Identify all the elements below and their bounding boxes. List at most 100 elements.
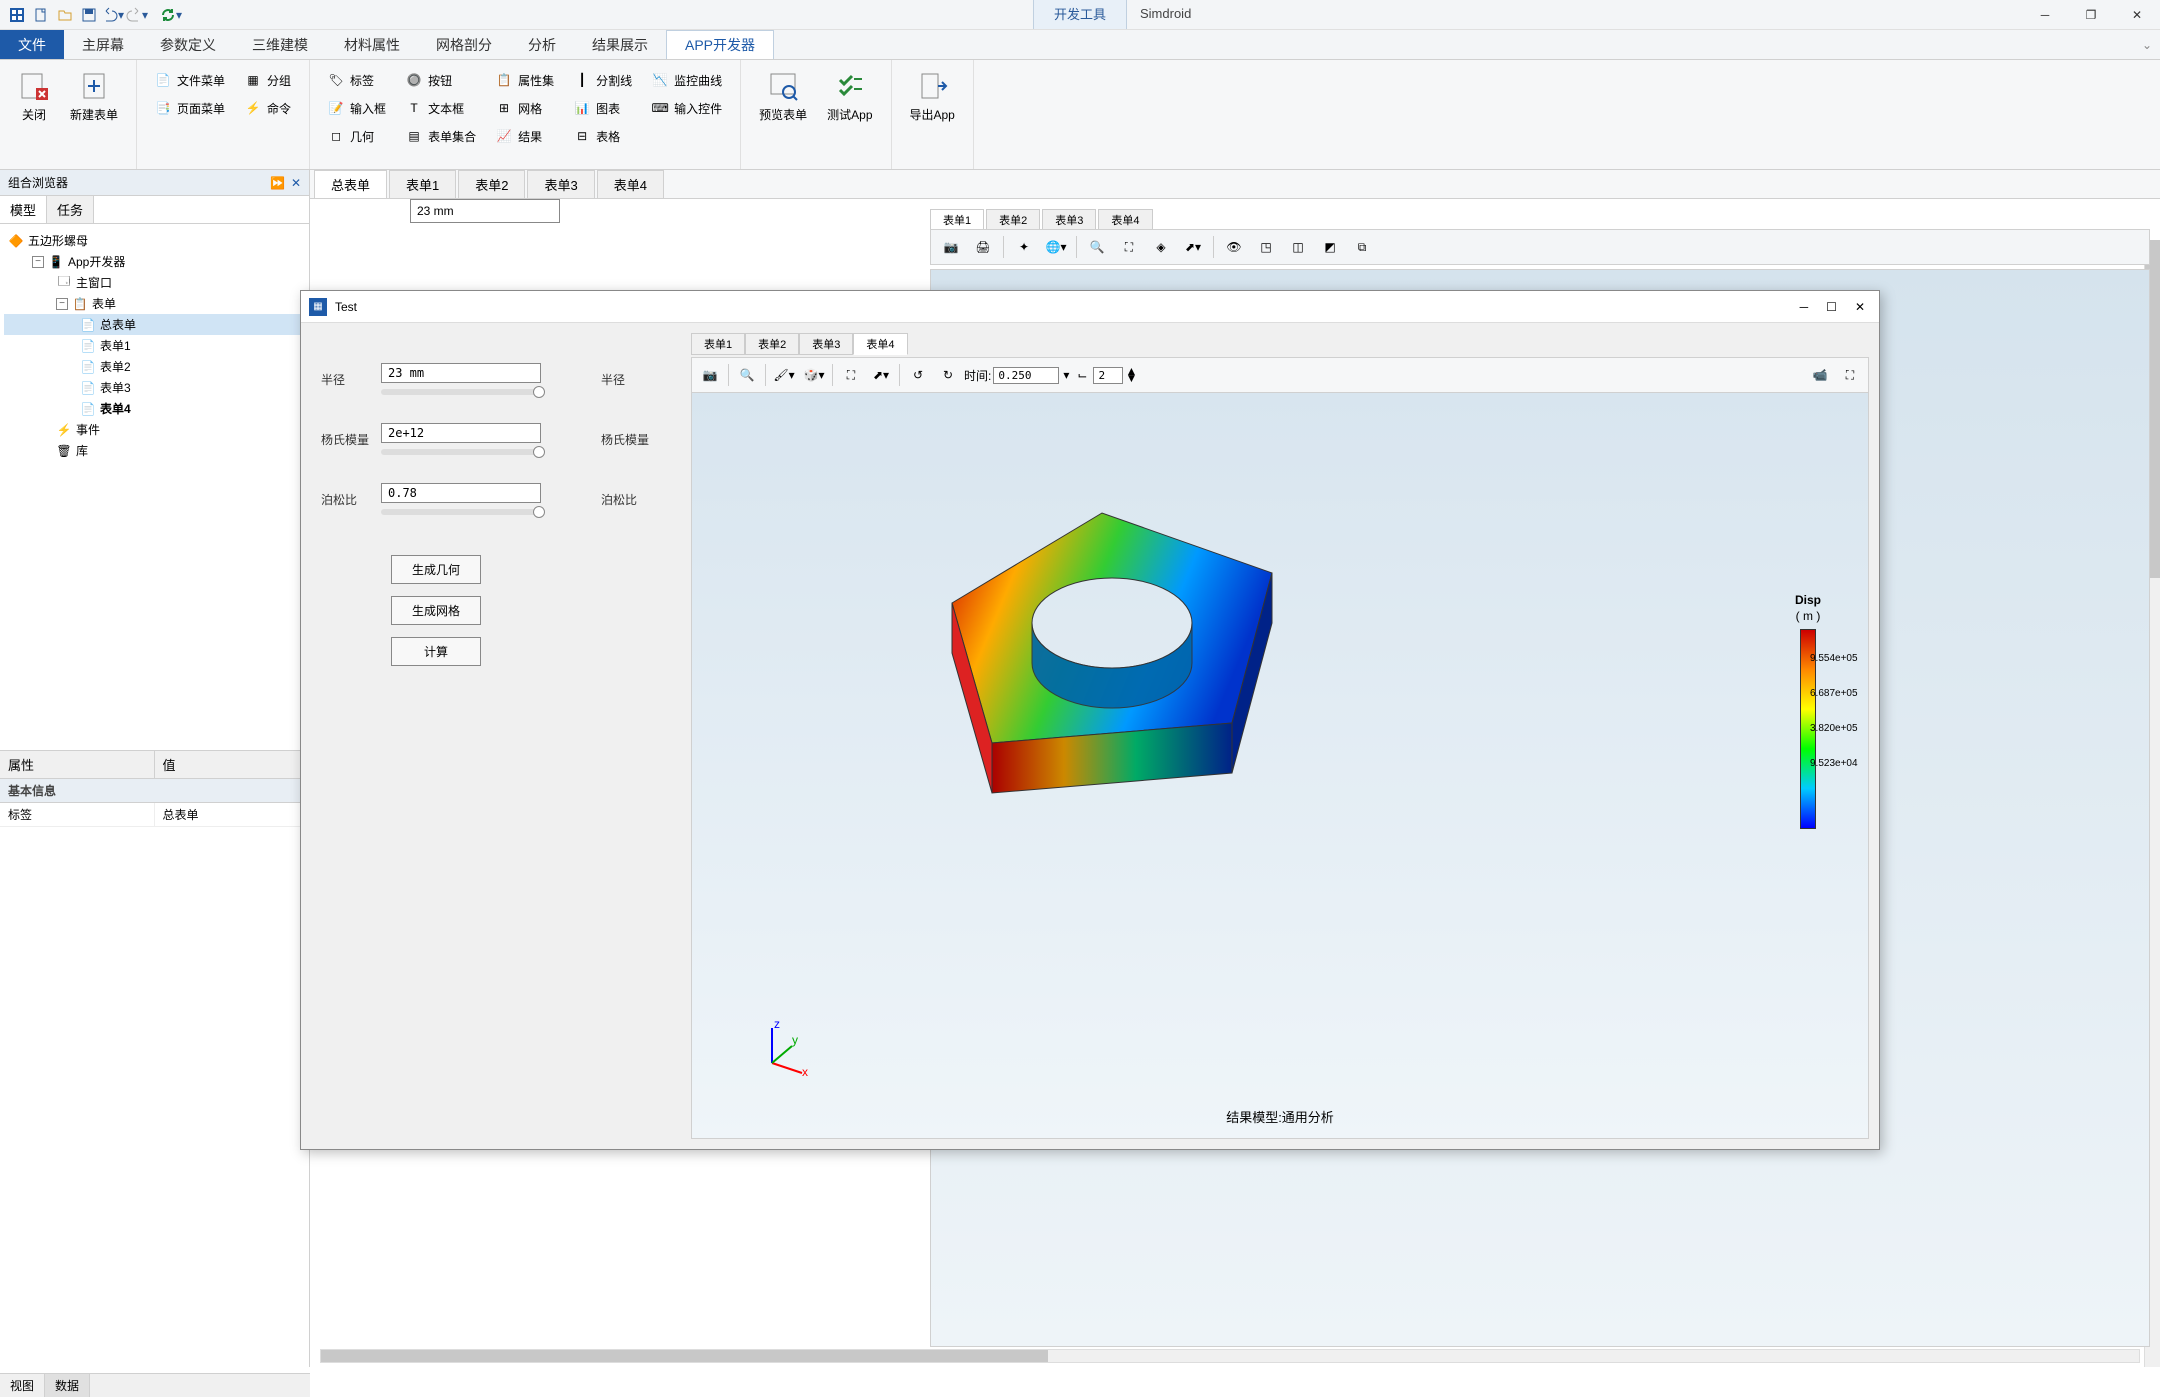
- radius-slider[interactable]: [381, 389, 541, 395]
- tree-app-dev[interactable]: −📱App开发器: [4, 251, 305, 272]
- copy-icon[interactable]: ⧉: [1348, 233, 1376, 261]
- export-app-button[interactable]: 导出App: [900, 64, 965, 129]
- file-menu-button[interactable]: 📄文件菜单: [151, 68, 229, 92]
- new-icon[interactable]: [30, 4, 52, 26]
- app-icon[interactable]: [6, 4, 28, 26]
- refresh-icon[interactable]: ▾: [160, 4, 182, 26]
- eye-icon[interactable]: 👁: [1220, 233, 1248, 261]
- prop-set-button[interactable]: 📋属性集: [492, 68, 558, 92]
- camera-icon[interactable]: 📷: [696, 361, 724, 389]
- form-set-button[interactable]: ▤表单集合: [402, 124, 480, 148]
- fit-icon[interactable]: ⛶: [1115, 233, 1143, 261]
- tree-form-item[interactable]: 📄表单3: [4, 377, 305, 398]
- preview-form-button[interactable]: 预览表单: [749, 64, 817, 129]
- h-scrollbar[interactable]: [320, 1349, 2140, 1363]
- gen-mesh-button[interactable]: 生成网格: [391, 596, 481, 625]
- maximize-icon[interactable]: ❐: [2068, 0, 2114, 29]
- tree-form-item[interactable]: 📄表单4: [4, 398, 305, 419]
- fullscreen-icon[interactable]: ⛶: [1836, 361, 1864, 389]
- task-tab[interactable]: 任务: [47, 196, 94, 223]
- input-box-button[interactable]: 📝输入框: [324, 96, 390, 120]
- rotate-left-icon[interactable]: ↺: [904, 361, 932, 389]
- ribbon-tab[interactable]: 三维建模: [234, 30, 326, 59]
- tree-events[interactable]: ⚡事件: [4, 419, 305, 440]
- dev-tool-tab[interactable]: 开发工具: [1033, 0, 1127, 29]
- mesh-button[interactable]: ⊞网格: [492, 96, 558, 120]
- model-tab[interactable]: 模型: [0, 196, 47, 223]
- page-menu-button[interactable]: 📑页面菜单: [151, 96, 229, 120]
- cube-color-icon[interactable]: 🎲▾: [800, 361, 828, 389]
- save-icon[interactable]: [78, 4, 100, 26]
- ribbon-tab[interactable]: 材料属性: [326, 30, 418, 59]
- view-tab[interactable]: 视图: [0, 1374, 45, 1397]
- panel-close-icon[interactable]: ✕: [291, 176, 301, 190]
- bg-radius-input[interactable]: [410, 199, 560, 223]
- tree-root[interactable]: 🔶五边形螺母: [4, 230, 305, 251]
- ribbon-tab[interactable]: 网格剖分: [418, 30, 510, 59]
- geometry-button[interactable]: ◻几何: [324, 124, 390, 148]
- center-tab[interactable]: 表单3: [527, 170, 594, 198]
- ribbon-tab[interactable]: 结果展示: [574, 30, 666, 59]
- test-inner-tab[interactable]: 表单4: [853, 333, 907, 355]
- minimize-icon[interactable]: ─: [2022, 0, 2068, 29]
- section-icon[interactable]: ◩: [1316, 233, 1344, 261]
- gen-geom-button[interactable]: 生成几何: [391, 555, 481, 584]
- tree-form-item[interactable]: 📄表单2: [4, 356, 305, 377]
- data-tab[interactable]: 数据: [45, 1374, 90, 1397]
- ribbon-tab[interactable]: 参数定义: [142, 30, 234, 59]
- collapse-icon[interactable]: −: [56, 298, 68, 310]
- calc-button[interactable]: 计算: [391, 637, 481, 666]
- wireframe-icon[interactable]: ◫: [1284, 233, 1312, 261]
- tree-form-item[interactable]: 📄表单1: [4, 335, 305, 356]
- fit-icon[interactable]: ⛶: [837, 361, 865, 389]
- inner-tab[interactable]: 表单3: [1042, 209, 1096, 231]
- center-tab[interactable]: 表单1: [389, 170, 456, 198]
- axes-icon[interactable]: ✦: [1010, 233, 1038, 261]
- close-button[interactable]: 关闭: [8, 64, 60, 129]
- chart-button[interactable]: 📊图表: [570, 96, 636, 120]
- brush-icon[interactable]: 🖌▾: [770, 361, 798, 389]
- camera-icon[interactable]: 📷: [937, 233, 965, 261]
- group-button[interactable]: ▦分组: [241, 68, 295, 92]
- inner-tab[interactable]: 表单4: [1098, 209, 1152, 231]
- table-button[interactable]: ⊟表格: [570, 124, 636, 148]
- tree-form-item[interactable]: 📄总表单: [4, 314, 305, 335]
- rotate-right-icon[interactable]: ↻: [934, 361, 962, 389]
- center-tab[interactable]: 表单4: [597, 170, 664, 198]
- input-ctrl-button[interactable]: ⌨输入控件: [648, 96, 726, 120]
- split-line-button[interactable]: ┃分割线: [570, 68, 636, 92]
- youngs-input[interactable]: [381, 423, 541, 443]
- file-tab[interactable]: 文件: [0, 30, 64, 59]
- print-icon[interactable]: 🖨: [969, 233, 997, 261]
- coord-icon[interactable]: ⬈▾: [1179, 233, 1207, 261]
- inner-tab[interactable]: 表单2: [986, 209, 1040, 231]
- open-icon[interactable]: [54, 4, 76, 26]
- time-input[interactable]: [993, 367, 1059, 384]
- center-tab[interactable]: 总表单: [314, 170, 387, 198]
- youngs-slider[interactable]: [381, 449, 541, 455]
- inner-tab[interactable]: 表单1: [930, 209, 984, 231]
- label-button[interactable]: 🏷标签: [324, 68, 390, 92]
- coord-icon[interactable]: ⬈▾: [867, 361, 895, 389]
- test-inner-tab[interactable]: 表单1: [691, 333, 745, 355]
- command-button[interactable]: ⚡命令: [241, 96, 295, 120]
- video-icon[interactable]: 📹: [1806, 361, 1834, 389]
- tree-library[interactable]: 🗑库: [4, 440, 305, 461]
- text-box-button[interactable]: T文本框: [402, 96, 480, 120]
- ribbon-tab-active[interactable]: APP开发器: [666, 30, 774, 59]
- ribbon-expand-icon[interactable]: ⌄: [2142, 38, 2152, 52]
- monitor-curve-button[interactable]: 📉监控曲线: [648, 68, 726, 92]
- test-app-button[interactable]: 测试App: [817, 64, 882, 129]
- cube-icon[interactable]: ◳: [1252, 233, 1280, 261]
- test-inner-tab[interactable]: 表单3: [799, 333, 853, 355]
- collapse-icon[interactable]: −: [32, 256, 44, 268]
- center-tab[interactable]: 表单2: [458, 170, 525, 198]
- step-input[interactable]: [1093, 367, 1123, 384]
- radius-input[interactable]: [381, 363, 541, 383]
- step-down-icon[interactable]: ▼: [1125, 375, 1137, 382]
- zoom-icon[interactable]: 🔍: [733, 361, 761, 389]
- test-inner-tab[interactable]: 表单2: [745, 333, 799, 355]
- tree-forms[interactable]: −📋表单: [4, 293, 305, 314]
- poisson-input[interactable]: [381, 483, 541, 503]
- test-minimize-icon[interactable]: ─: [1800, 300, 1809, 314]
